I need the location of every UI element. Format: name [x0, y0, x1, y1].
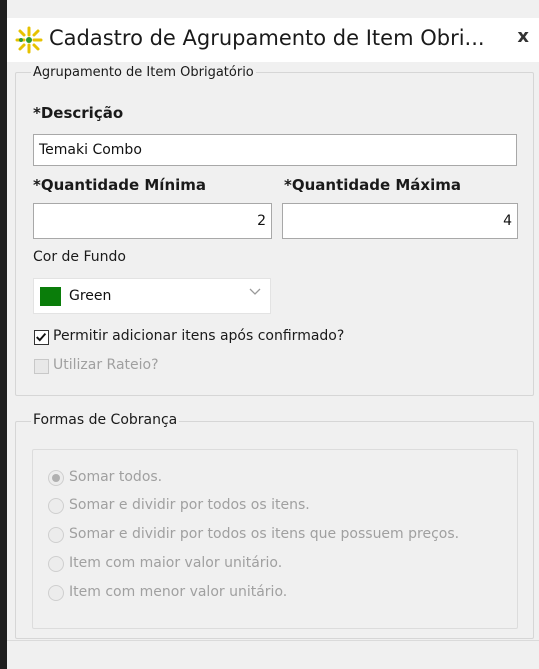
descricao-input[interactable]: Temaki Combo	[33, 134, 517, 166]
cor-de-fundo-label: Cor de Fundo	[33, 249, 126, 265]
radio-label-somar-dividir-todos: Somar e dividir por todos os itens.	[69, 497, 310, 513]
cor-de-fundo-value: Green	[69, 288, 112, 304]
dialog-window: Cadastro de Agrupamento de Item Obri... …	[0, 0, 539, 669]
radio-label-menor-valor: Item com menor valor unitário.	[69, 584, 288, 600]
quantidade-maxima-label: *Quantidade Máxima	[284, 176, 461, 194]
utilizar-rateio-checkbox[interactable]	[34, 359, 49, 374]
radio-label-somar-todos: Somar todos.	[69, 469, 163, 485]
chevron-down-icon	[249, 288, 261, 295]
sparkle-app-icon	[15, 26, 43, 54]
background-window-edge	[0, 0, 7, 669]
close-icon[interactable]: x	[517, 26, 529, 47]
radio-menor-valor[interactable]	[48, 585, 64, 601]
radio-label-maior-valor: Item com maior valor unitário.	[69, 555, 283, 571]
color-swatch	[40, 286, 61, 306]
cor-de-fundo-select[interactable]: Green	[33, 278, 271, 314]
title-bar[interactable]: Cadastro de Agrupamento de Item Obri... …	[7, 18, 539, 62]
radio-selected-dot	[52, 474, 60, 482]
radio-somar-dividir-com-preco[interactable]	[48, 527, 64, 543]
permitir-checkbox[interactable]	[34, 330, 49, 345]
quantidade-minima-value: 2	[257, 213, 266, 229]
radio-somar-todos[interactable]	[48, 470, 64, 486]
group-formas-de-cobranca-legend: Formas de Cobrança	[31, 412, 180, 428]
radio-maior-valor[interactable]	[48, 556, 64, 572]
group-agrupamento-legend: Agrupamento de Item Obrigatório	[31, 65, 256, 80]
descricao-label: *Descrição	[33, 104, 124, 122]
window-title: Cadastro de Agrupamento de Item Obri...	[49, 26, 485, 50]
descricao-value: Temaki Combo	[39, 142, 142, 158]
radio-label-somar-dividir-com-preco: Somar e dividir por todos os itens que p…	[69, 526, 460, 542]
footer-divider	[7, 640, 539, 641]
utilizar-rateio-label: Utilizar Rateio?	[53, 357, 159, 373]
quantidade-maxima-value: 4	[503, 213, 512, 229]
quantidade-minima-input[interactable]: 2	[33, 203, 272, 239]
quantidade-minima-label: *Quantidade Mínima	[33, 176, 207, 194]
permitir-label[interactable]: Permitir adicionar itens após confirmado…	[53, 328, 344, 344]
checkmark-icon	[36, 332, 47, 342]
quantidade-maxima-input[interactable]: 4	[282, 203, 518, 239]
radio-somar-dividir-todos[interactable]	[48, 498, 64, 514]
